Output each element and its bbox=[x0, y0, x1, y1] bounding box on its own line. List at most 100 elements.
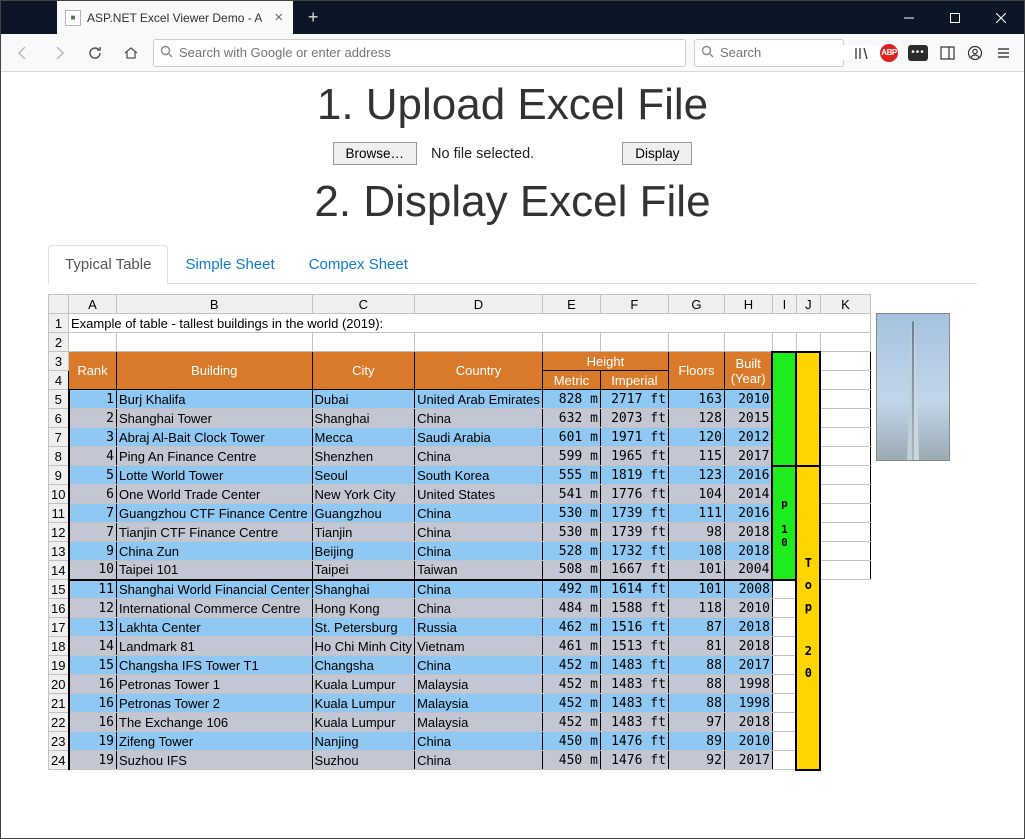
cell-building: The Exchange 106 bbox=[117, 713, 313, 732]
col-header[interactable]: G bbox=[668, 295, 724, 314]
upload-row: Browse… No file selected. Display bbox=[1, 142, 1024, 165]
row-header[interactable]: 15 bbox=[49, 580, 69, 599]
cell-rank: 19 bbox=[69, 732, 117, 751]
window-minimize-button[interactable] bbox=[886, 1, 932, 34]
cell-metric: 452 m bbox=[542, 656, 600, 675]
sidebar-icon[interactable] bbox=[938, 44, 956, 62]
cell-imperial: 1965 ft bbox=[600, 447, 668, 466]
corner-cell bbox=[49, 295, 69, 314]
cell-city: St. Petersburg bbox=[312, 618, 415, 637]
col-header[interactable]: E bbox=[542, 295, 600, 314]
row-header[interactable]: 3 bbox=[49, 352, 69, 371]
window-close-button[interactable] bbox=[978, 1, 1024, 34]
library-icon[interactable] bbox=[852, 44, 870, 62]
cell-building: Changsha IFS Tower T1 bbox=[117, 656, 313, 675]
row-header[interactable]: 6 bbox=[49, 409, 69, 428]
browser-tab[interactable]: ■ ASP.NET Excel Viewer Demo - A × bbox=[57, 1, 293, 34]
cell-imperial: 1516 ft bbox=[600, 618, 668, 637]
top10-cell bbox=[772, 352, 796, 466]
spreadsheet-table: ABCDEFGHIJK1Example of table - tallest b… bbox=[48, 294, 871, 771]
row-header[interactable]: 18 bbox=[49, 637, 69, 656]
row-header[interactable]: 8 bbox=[49, 447, 69, 466]
nav-back-button[interactable] bbox=[9, 39, 37, 67]
display-button[interactable]: Display bbox=[622, 142, 692, 165]
cell-imperial: 1971 ft bbox=[600, 428, 668, 447]
col-header[interactable]: D bbox=[415, 295, 543, 314]
cell-imperial: 1476 ft bbox=[600, 751, 668, 770]
tab-compex-sheet[interactable]: Compex Sheet bbox=[292, 245, 425, 284]
cell-floors: 92 bbox=[668, 751, 724, 770]
hdr-building: Building bbox=[117, 352, 313, 390]
row-header[interactable]: 14 bbox=[49, 561, 69, 580]
row-header[interactable]: 5 bbox=[49, 390, 69, 409]
new-tab-button[interactable]: + bbox=[308, 7, 319, 28]
row-header[interactable]: 24 bbox=[49, 751, 69, 770]
menu-icon[interactable] bbox=[994, 44, 1012, 62]
cell-floors: 163 bbox=[668, 390, 724, 409]
tab-typical-table[interactable]: Typical Table bbox=[48, 245, 168, 284]
browser-toolbar: ABP ••• bbox=[1, 34, 1024, 72]
tab-simple-sheet[interactable]: Simple Sheet bbox=[168, 245, 291, 284]
row-header[interactable]: 13 bbox=[49, 542, 69, 561]
address-bar[interactable] bbox=[153, 39, 686, 67]
close-tab-icon[interactable]: × bbox=[274, 9, 283, 26]
row-header[interactable]: 2 bbox=[49, 333, 69, 352]
row-header[interactable]: 1 bbox=[49, 314, 69, 333]
nav-forward-button[interactable] bbox=[45, 39, 73, 67]
row-header[interactable]: 7 bbox=[49, 428, 69, 447]
cell-country: China bbox=[415, 523, 543, 542]
address-input[interactable] bbox=[179, 45, 679, 60]
cell-floors: 101 bbox=[668, 580, 724, 599]
cell-rank: 7 bbox=[69, 504, 117, 523]
lastpass-icon[interactable]: ••• bbox=[908, 45, 928, 61]
browse-button[interactable]: Browse… bbox=[333, 142, 418, 165]
col-header[interactable]: F bbox=[600, 295, 668, 314]
cell-year: 1998 bbox=[724, 675, 772, 694]
cell-city: Shanghai bbox=[312, 580, 415, 599]
col-header[interactable]: C bbox=[312, 295, 415, 314]
account-icon[interactable] bbox=[966, 44, 984, 62]
cell-metric: 530 m bbox=[542, 504, 600, 523]
home-button[interactable] bbox=[117, 39, 145, 67]
row-header[interactable]: 16 bbox=[49, 599, 69, 618]
cell-city: Beijing bbox=[312, 542, 415, 561]
adblock-icon[interactable]: ABP bbox=[880, 44, 898, 62]
window-maximize-button[interactable] bbox=[932, 1, 978, 34]
cell-imperial: 1483 ft bbox=[600, 694, 668, 713]
cell-year: 2018 bbox=[724, 618, 772, 637]
row-header[interactable]: 4 bbox=[49, 371, 69, 390]
row-header[interactable]: 9 bbox=[49, 466, 69, 485]
col-header[interactable]: K bbox=[820, 295, 870, 314]
cell-country: China bbox=[415, 751, 543, 770]
cell-imperial: 1614 ft bbox=[600, 580, 668, 599]
cell-building: China Zun bbox=[117, 542, 313, 561]
cell-building: Tianjin CTF Finance Centre bbox=[117, 523, 313, 542]
row-header[interactable]: 19 bbox=[49, 656, 69, 675]
col-header[interactable]: H bbox=[724, 295, 772, 314]
cell-country: Russia bbox=[415, 618, 543, 637]
row-header[interactable]: 12 bbox=[49, 523, 69, 542]
row-header[interactable]: 20 bbox=[49, 675, 69, 694]
top10-cell: p10 bbox=[772, 466, 796, 580]
cell-floors: 88 bbox=[668, 656, 724, 675]
cell-city: Hong Kong bbox=[312, 599, 415, 618]
row-header[interactable]: 11 bbox=[49, 504, 69, 523]
hdr-imperial: Imperial bbox=[600, 371, 668, 390]
col-header[interactable]: I bbox=[772, 295, 796, 314]
row-header[interactable]: 22 bbox=[49, 713, 69, 732]
row-header[interactable]: 21 bbox=[49, 694, 69, 713]
reload-button[interactable] bbox=[81, 39, 109, 67]
col-header[interactable]: J bbox=[796, 295, 820, 314]
cell-country: Malaysia bbox=[415, 713, 543, 732]
cell-year: 1998 bbox=[724, 694, 772, 713]
row-header[interactable]: 17 bbox=[49, 618, 69, 637]
row-header[interactable]: 23 bbox=[49, 732, 69, 751]
row-header[interactable]: 10 bbox=[49, 485, 69, 504]
col-header[interactable]: B bbox=[117, 295, 313, 314]
cell-country: China bbox=[415, 504, 543, 523]
col-header[interactable]: A bbox=[69, 295, 117, 314]
cell-metric: 601 m bbox=[542, 428, 600, 447]
hdr-floors: Floors bbox=[668, 352, 724, 390]
search-bar[interactable] bbox=[694, 39, 844, 67]
cell-city: Kuala Lumpur bbox=[312, 713, 415, 732]
